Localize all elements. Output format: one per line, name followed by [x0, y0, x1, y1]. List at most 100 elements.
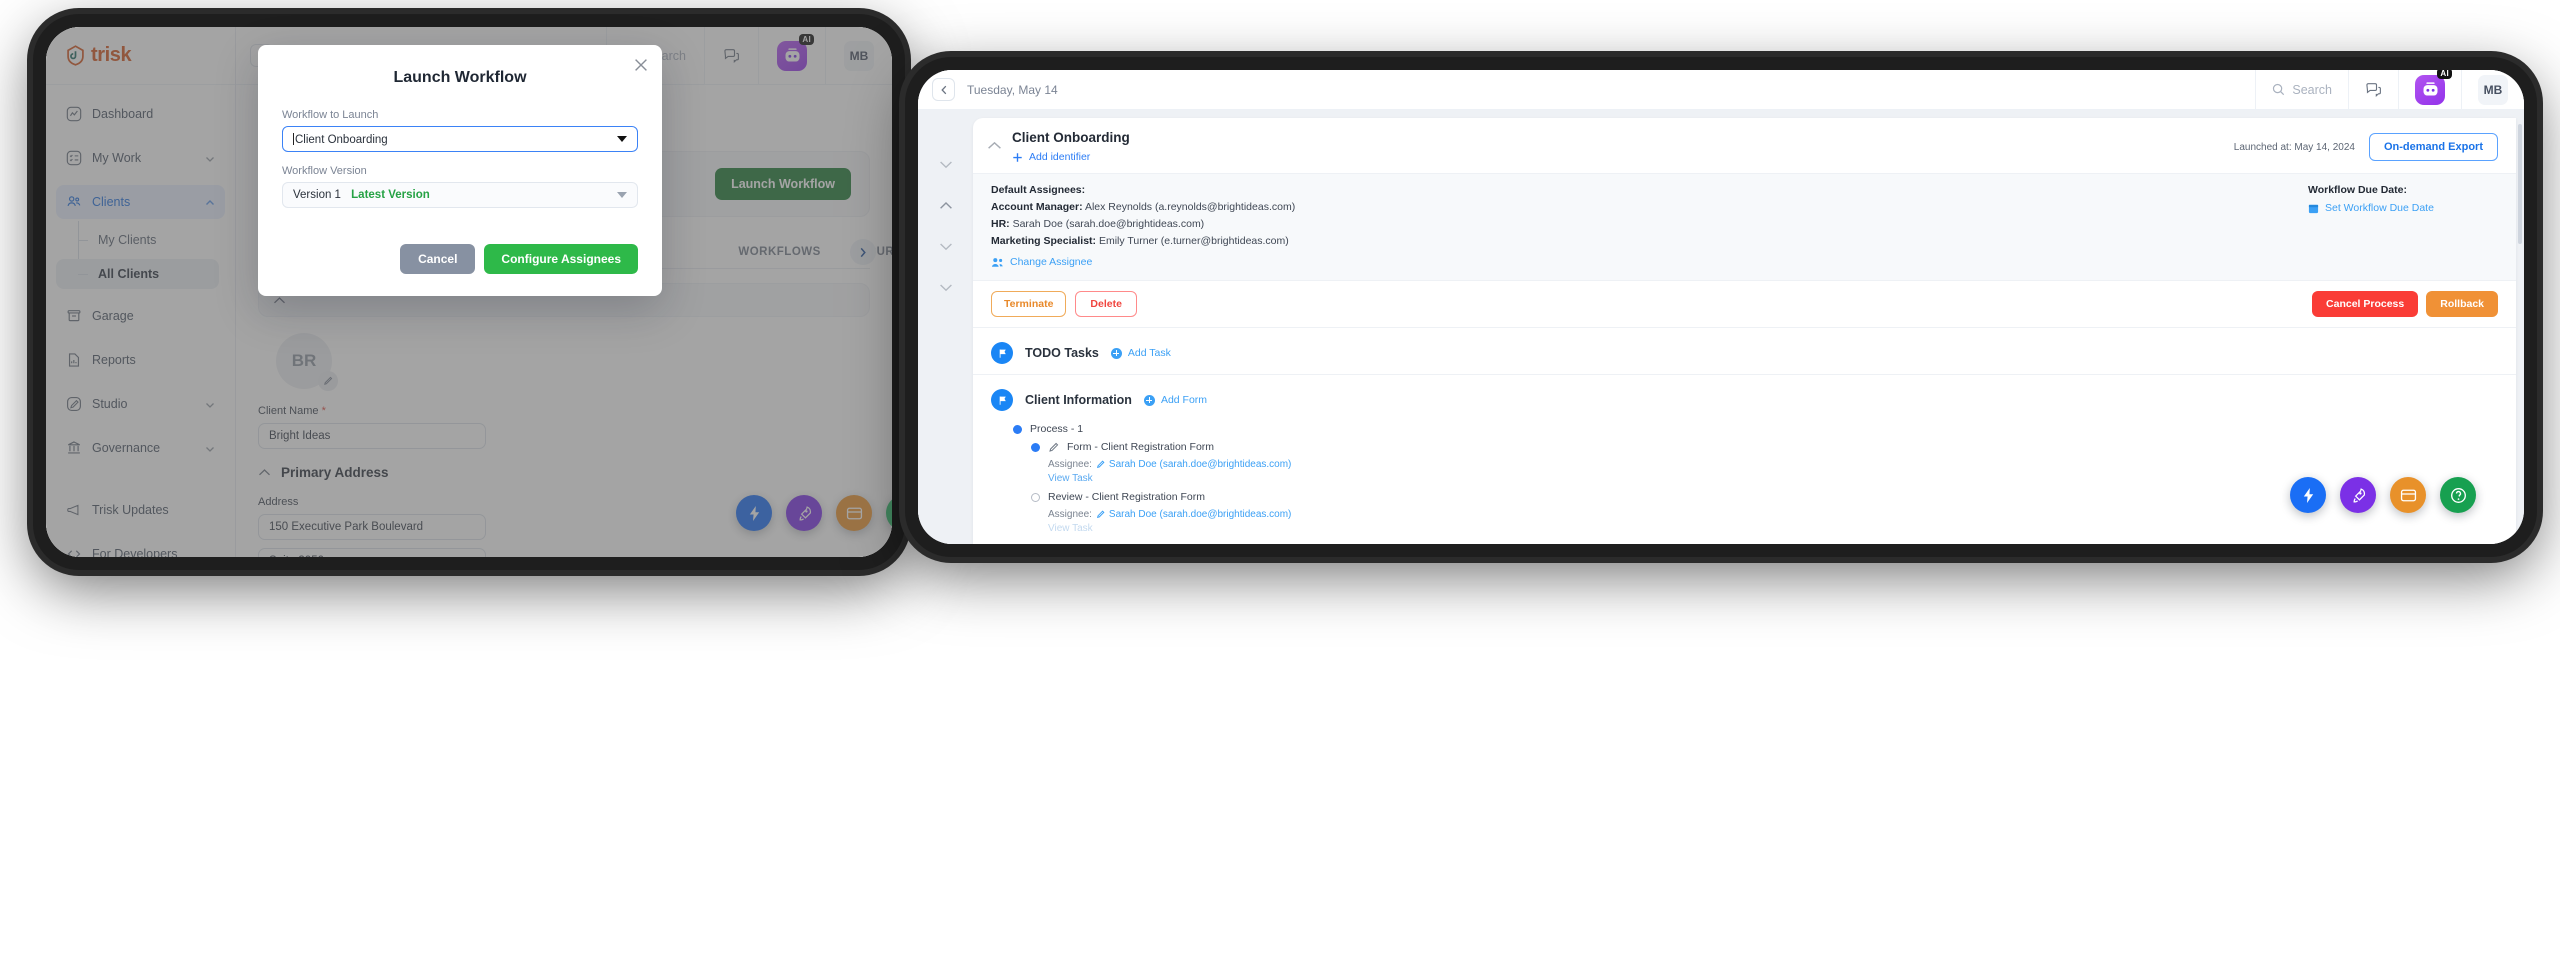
automation-fab[interactable] [2290, 477, 2326, 513]
delete-button[interactable]: Delete [1075, 291, 1137, 317]
workflow-due-date-title: Workflow Due Date: [2308, 184, 2407, 196]
right-topbar: Tuesday, May 14 Search AI MB [918, 70, 2524, 110]
calendar-icon [2308, 204, 2319, 213]
assignee-person: Alex Reynolds (a.reynolds@brightideas.co… [1084, 201, 1296, 213]
task-item: Form - Client Registration Form Assignee… [1031, 441, 2498, 484]
collapsed-rail [918, 110, 973, 544]
chevron-down-icon[interactable] [939, 156, 953, 169]
process-tree: Process - 1 Form - Client Registration F [991, 411, 2498, 534]
plus-icon [1013, 152, 1022, 162]
search-icon [2273, 83, 2285, 96]
assignee-row: Account Manager: Alex Reynolds (a.reynol… [991, 199, 2298, 216]
close-icon[interactable] [634, 58, 648, 72]
status-dot-open [1031, 492, 1040, 502]
client-information-title: Client Information [1025, 393, 1132, 407]
avatar: MB [2478, 74, 2508, 105]
notes-fab[interactable] [2390, 477, 2426, 513]
ai-assistant-button[interactable]: AI [2398, 70, 2461, 110]
bolt-icon [2303, 487, 2313, 503]
view-task-link[interactable]: View Task [1048, 523, 2498, 534]
assignee-role: Account Manager: [991, 201, 1083, 213]
assignee-label: Assignee: [1048, 509, 1092, 520]
right-fab-group [2290, 477, 2476, 513]
set-due-date-label: Set Workflow Due Date [2325, 202, 2434, 214]
add-identifier-label: Add identifier [1029, 151, 1091, 163]
default-assignees-heading: Default Assignees: [991, 184, 1086, 196]
add-identifier-button[interactable]: Add identifier [1012, 151, 1130, 163]
cancel-button[interactable]: Cancel [400, 244, 476, 274]
assignee-name[interactable]: Sarah Doe (sarah.doe@brightideas.com) [1109, 459, 1291, 470]
workflow-title: Client Onboarding [1012, 130, 1130, 145]
task-header[interactable]: Form - Client Registration Form [1031, 441, 2498, 453]
add-form-label: Add Form [1160, 394, 1208, 406]
right-browser-window: Tuesday, May 14 Search AI MB Client Onbo… [905, 57, 2537, 557]
task-assignee: Assignee: Sarah Doe (sarah.doe@brightide… [1048, 509, 2498, 520]
add-form-button[interactable]: Add Form [1143, 394, 1208, 406]
current-date: Tuesday, May 14 [967, 82, 1058, 97]
workflow-panel: Client Onboarding Add identifier Launche… [973, 118, 2522, 544]
assignee-role: HR: [991, 218, 1010, 230]
status-dot-done [1031, 442, 1040, 452]
cancel-process-button[interactable]: Cancel Process [2312, 291, 2419, 317]
configure-assignees-button[interactable]: Configure Assignees [484, 244, 638, 274]
task-item: Review - Client Registration Form Assign… [1031, 491, 2498, 534]
chevron-up-icon[interactable] [939, 197, 953, 209]
help-icon [2450, 487, 2466, 503]
client-information-section: Client Information Add Form Process - 1 [973, 375, 2516, 544]
workflow-actions-row: Terminate Delete Cancel Process Rollback [973, 281, 2516, 328]
process-node[interactable]: Process - 1 [1013, 423, 2498, 435]
launched-at: Launched at: May 14, 2024 [2233, 141, 2355, 153]
chevron-down-icon [617, 136, 627, 142]
assignee-person: Sarah Doe (sarah.doe@brightideas.com) [1012, 218, 1205, 230]
task-name: Form - Client Registration Form [1067, 441, 1215, 453]
search-box[interactable]: Search [2255, 70, 2348, 110]
plus-circle-icon [1143, 394, 1155, 406]
modal-title: Launch Workflow [393, 69, 527, 86]
ai-badge-label: AI [2437, 70, 2452, 79]
help-fab[interactable] [2440, 477, 2476, 513]
workflow-select-value: Client Onboarding [295, 133, 388, 146]
launch-fab[interactable] [2340, 477, 2376, 513]
process-label: Process - 1 [1030, 423, 1084, 435]
collapse-sidebar-button[interactable] [932, 78, 955, 101]
flag-icon [991, 389, 1013, 411]
on-demand-export-button[interactable]: On-demand Export [2368, 133, 2498, 161]
assignee-role: Marketing Specialist: [991, 235, 1097, 247]
text-cursor [293, 132, 294, 145]
rollback-button[interactable]: Rollback [2426, 291, 2498, 317]
chevron-down-icon[interactable] [939, 238, 953, 251]
right-body: Client Onboarding Add identifier Launche… [918, 110, 2524, 544]
plus-circle-icon [1110, 347, 1122, 359]
assignee-label: Assignee: [1048, 459, 1092, 470]
people-icon [991, 257, 1003, 267]
change-assignee-button[interactable]: Change Assignee [991, 256, 2298, 268]
screenshot-root: trisk Dashboard [0, 0, 2560, 972]
right-app: Tuesday, May 14 Search AI MB Client Onbo… [918, 70, 2524, 544]
view-task-link[interactable]: View Task [1048, 473, 2498, 484]
task-name: Review - Client Registration Form [1048, 491, 1205, 503]
chevron-down-icon[interactable] [939, 279, 953, 292]
assignee-row: HR: Sarah Doe (sarah.doe@brightideas.com… [991, 216, 2298, 233]
default-assignees-box: Default Assignees: Account Manager: Alex… [973, 173, 2516, 281]
workflow-version-select[interactable]: Version 1 Latest Version [282, 182, 638, 208]
workflow-to-launch-label: Workflow to Launch [282, 109, 379, 121]
terminate-button[interactable]: Terminate [991, 291, 1067, 317]
pencil-icon [1096, 460, 1105, 469]
chevron-up-icon[interactable] [987, 137, 1002, 149]
flag-icon [991, 342, 1013, 364]
workflow-select[interactable]: Client Onboarding [282, 126, 638, 152]
pencil-icon [1048, 442, 1059, 453]
messages-button[interactable] [2348, 70, 2398, 110]
status-dot-done [1013, 424, 1022, 434]
assignee-row: Marketing Specialist: Emily Turner (e.tu… [991, 233, 2298, 250]
launch-workflow-modal: Launch Workflow Workflow to Launch Clien… [258, 45, 662, 296]
assignee-name[interactable]: Sarah Doe (sarah.doe@brightideas.com) [1109, 509, 1291, 520]
task-header[interactable]: Review - Client Registration Form [1031, 491, 2498, 503]
latest-version-badge: Latest Version [351, 189, 430, 201]
todo-tasks-section: TODO Tasks Add Task [973, 328, 2516, 375]
task-assignee: Assignee: Sarah Doe (sarah.doe@brightide… [1048, 459, 2498, 470]
user-menu[interactable]: MB [2461, 70, 2524, 110]
modal-actions: Cancel Configure Assignees [282, 244, 638, 274]
set-workflow-due-date-button[interactable]: Set Workflow Due Date [2308, 202, 2498, 214]
add-task-button[interactable]: Add Task [1110, 347, 1171, 359]
